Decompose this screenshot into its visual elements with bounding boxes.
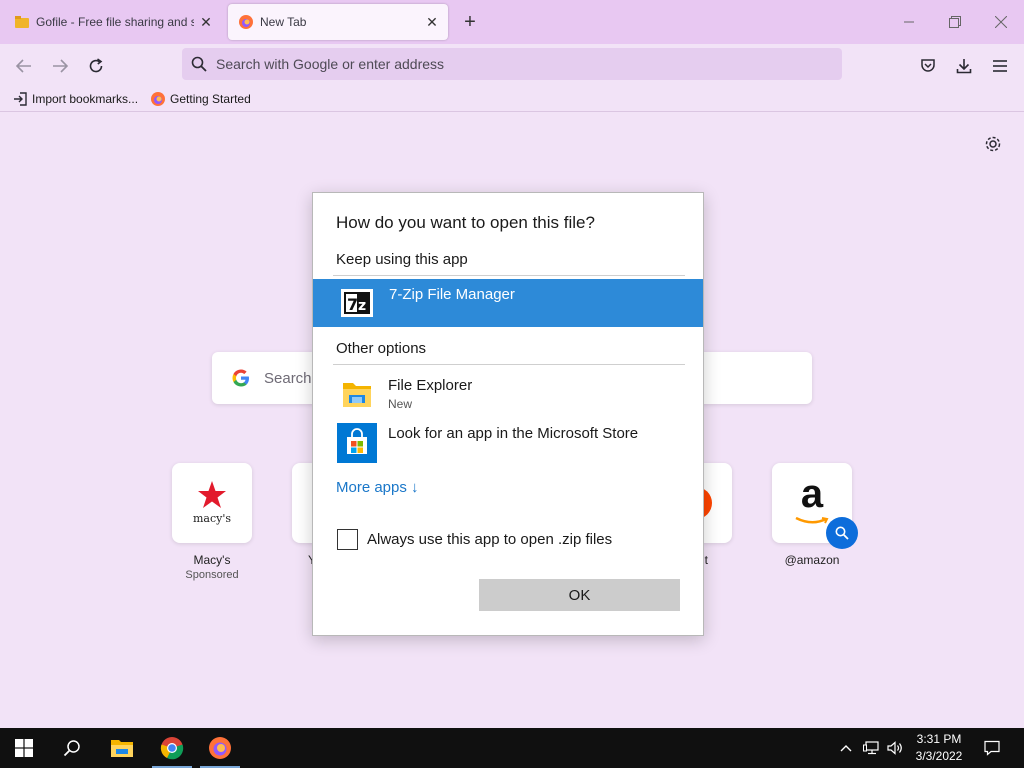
svg-text:z: z xyxy=(358,298,366,314)
file-explorer-icon[interactable] xyxy=(98,728,146,768)
clock-time: 3:31 PM xyxy=(916,732,962,746)
always-use-label: Always use this app to open .zip files xyxy=(367,531,613,548)
7zip-icon: 7 z xyxy=(341,289,373,317)
downloads-icon[interactable] xyxy=(950,52,978,80)
app-name: Look for an app in the Microsoft Store xyxy=(388,425,639,442)
macys-star-icon xyxy=(197,481,226,508)
search-placeholder: Search xyxy=(264,369,312,387)
svg-text:7: 7 xyxy=(347,295,358,314)
new-tab-button[interactable]: + xyxy=(458,10,482,34)
amazon-smile-icon xyxy=(795,516,829,524)
chevron-up-icon[interactable] xyxy=(836,728,856,768)
top-site-amazon[interactable]: a @amazon xyxy=(772,463,858,567)
folder-icon xyxy=(343,383,371,407)
bookmark-label: Getting Started xyxy=(170,91,251,106)
tab-strip: Gofile - Free file sharing and sto ✕ New… xyxy=(0,0,1024,44)
clock-date: 3/3/2022 xyxy=(915,749,963,763)
app-option-microsoft-store[interactable]: Look for an app in the Microsoft Store xyxy=(337,423,687,467)
tile-label: Macy's xyxy=(193,553,231,567)
always-use-option[interactable]: Always use this app to open .zip files xyxy=(337,529,612,550)
app-option-file-explorer[interactable]: File Explorer New xyxy=(337,375,687,419)
gear-icon[interactable] xyxy=(982,133,1004,155)
firefox-icon xyxy=(238,14,254,30)
close-icon[interactable]: ✕ xyxy=(194,10,218,34)
firefox-taskbar-icon[interactable] xyxy=(196,728,244,768)
store-icon xyxy=(337,423,377,463)
minimize-icon[interactable] xyxy=(886,6,932,38)
divider xyxy=(333,364,685,365)
bookmark-getting-started[interactable]: Getting Started xyxy=(150,91,251,107)
tab-title: New Tab xyxy=(260,15,307,29)
top-site-macys[interactable]: macy's Macy's Sponsored xyxy=(172,463,252,581)
app-name: File Explorer xyxy=(388,377,473,394)
bookmark-import[interactable]: Import bookmarks... xyxy=(12,91,138,107)
app-new-badge: New xyxy=(388,397,413,411)
always-use-checkbox[interactable] xyxy=(337,529,358,550)
macys-wordmark: macy's xyxy=(192,512,232,525)
app-option-7zip[interactable]: 7 z 7-Zip File Manager xyxy=(313,279,703,327)
tile-logo: macy's xyxy=(172,463,252,543)
address-bar[interactable]: Search with Google or enter address xyxy=(182,48,842,80)
ok-button[interactable]: OK xyxy=(479,579,680,611)
tile-logo: a xyxy=(772,463,858,549)
address-placeholder: Search with Google or enter address xyxy=(216,56,445,72)
menu-hamburger-icon[interactable] xyxy=(986,52,1014,80)
search-icon xyxy=(190,55,208,73)
tile-label: @amazon xyxy=(784,553,840,567)
divider xyxy=(333,275,685,276)
dialog-title: How do you want to open this file? xyxy=(336,213,595,232)
close-icon[interactable]: ✕ xyxy=(420,10,444,34)
more-apps-link[interactable]: More apps ↓ xyxy=(336,479,419,496)
window-close-icon[interactable] xyxy=(978,6,1024,38)
tab-new-tab[interactable]: New Tab ✕ xyxy=(228,4,448,40)
network-icon[interactable] xyxy=(860,728,882,768)
search-shortcut-icon[interactable] xyxy=(826,517,858,549)
amazon-logo: a xyxy=(800,472,824,516)
bookmark-label: Import bookmarks... xyxy=(32,91,139,106)
app-name: 7-Zip File Manager xyxy=(389,286,515,303)
search-icon[interactable] xyxy=(48,728,96,768)
reload-icon[interactable] xyxy=(82,52,110,80)
windows-start-icon[interactable] xyxy=(0,728,48,768)
tile-sponsored: Sponsored xyxy=(185,569,239,581)
navigation-bar: Search with Google or enter address xyxy=(0,44,1024,86)
restore-icon[interactable] xyxy=(932,6,978,38)
folder-favicon-icon xyxy=(14,14,30,30)
forward-arrow-icon[interactable] xyxy=(46,52,74,80)
system-clock[interactable]: 3:31 PM 3/3/2022 xyxy=(900,731,978,765)
open-with-dialog: How do you want to open this file? Keep … xyxy=(312,192,704,636)
back-arrow-icon[interactable] xyxy=(10,52,38,80)
tab-title: Gofile - Free file sharing and sto xyxy=(36,15,194,29)
bookmarks-toolbar: Import bookmarks... Getting Started xyxy=(0,86,1024,112)
keep-using-heading: Keep using this app xyxy=(336,251,468,268)
google-icon xyxy=(232,369,249,387)
firefox-icon xyxy=(150,91,166,107)
other-options-heading: Other options xyxy=(336,340,427,357)
notification-icon[interactable] xyxy=(978,728,1006,768)
chrome-icon[interactable] xyxy=(148,728,196,768)
taskbar: 3:31 PM 3/3/2022 xyxy=(0,728,1024,768)
import-icon xyxy=(12,91,28,107)
tab-gofile[interactable]: Gofile - Free file sharing and sto ✕ xyxy=(4,4,222,40)
pocket-icon[interactable] xyxy=(914,52,942,80)
